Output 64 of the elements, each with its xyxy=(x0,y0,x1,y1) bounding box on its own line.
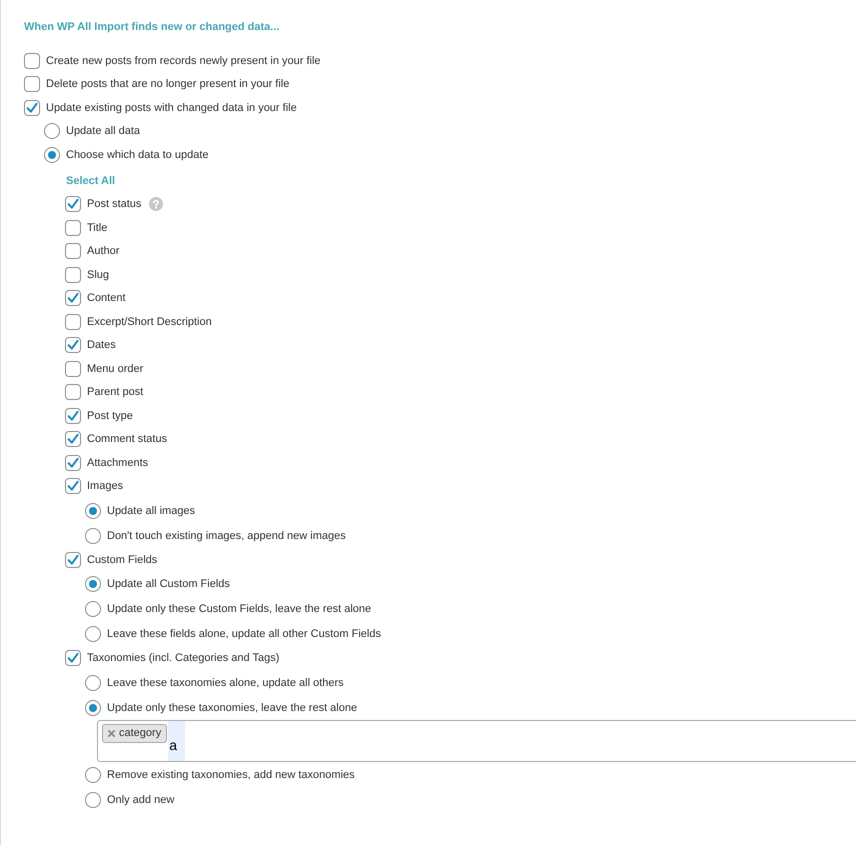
checkbox[interactable] xyxy=(65,431,81,448)
checkbox-label: Update existing posts with changed data in your file xyxy=(46,100,297,115)
radio-button[interactable] xyxy=(44,146,60,163)
radio-label: Choose which data to update xyxy=(66,148,208,162)
checkbox[interactable] xyxy=(24,52,40,69)
checkbox[interactable] xyxy=(65,220,81,236)
checkbox[interactable] xyxy=(65,243,81,260)
checkbox[interactable] xyxy=(65,290,81,306)
search-input[interactable]: a xyxy=(168,721,186,761)
checkbox-label: Post status xyxy=(87,197,142,212)
radio-label: Leave these fields alone, update all other Custom Fields xyxy=(107,627,381,641)
checkbox-label: Comment status xyxy=(87,432,168,446)
checkbox[interactable] xyxy=(65,360,81,377)
radio-button[interactable] xyxy=(85,528,101,544)
radio-label: Update all Custom Fields xyxy=(107,577,230,591)
checkbox-label: Title xyxy=(87,220,108,235)
radio-button[interactable] xyxy=(85,700,101,716)
radio-label: Only add new xyxy=(107,792,174,806)
radio-label: Update all images xyxy=(107,504,196,518)
radio-button[interactable] xyxy=(44,123,60,140)
checkbox[interactable] xyxy=(65,408,81,424)
radio-button[interactable] xyxy=(85,502,101,518)
checkbox-label: Content xyxy=(87,291,126,306)
checkbox-label: Menu order xyxy=(87,362,144,376)
radio-button[interactable] xyxy=(85,766,101,782)
checkbox-label: Images xyxy=(87,479,124,494)
checkbox[interactable] xyxy=(65,552,81,568)
checkbox-label: Slug xyxy=(87,268,110,282)
checkbox[interactable] xyxy=(24,100,40,116)
tag-label: category xyxy=(119,727,162,740)
checkbox[interactable] xyxy=(24,76,40,92)
checkbox[interactable] xyxy=(65,650,81,666)
checkbox-label: Post type xyxy=(87,408,133,423)
checkbox-label: Custom Fields xyxy=(87,552,158,567)
checkbox-label: Create new posts from records newly present in your file xyxy=(46,54,321,68)
checkbox[interactable] xyxy=(65,196,81,212)
checkbox[interactable] xyxy=(65,266,81,283)
checkbox[interactable] xyxy=(65,454,81,471)
checkbox-label: Parent post xyxy=(87,385,144,400)
checkbox[interactable] xyxy=(65,337,81,354)
taxonomy-select-field[interactable]: category a xyxy=(97,720,856,762)
help-icon[interactable] xyxy=(149,197,164,212)
checkbox-label: Dates xyxy=(87,338,116,352)
radio-label: Update all data xyxy=(66,124,140,138)
radio-button[interactable] xyxy=(85,601,101,617)
radio-button[interactable] xyxy=(85,576,101,592)
radio-label: Update only these taxonomies, leave the rest alone xyxy=(107,700,358,714)
checkbox[interactable] xyxy=(65,314,81,330)
checkbox-label: Delete posts that are no longer present in your file xyxy=(46,77,290,92)
checkbox-label: Attachments xyxy=(87,456,148,470)
remove-icon[interactable] xyxy=(108,730,115,737)
radio-label: Remove existing taxonomies, add new taxonomies xyxy=(107,768,355,782)
radio-label: Don't touch existing images, append new images xyxy=(107,528,346,542)
checkbox-label: Excerpt/Short Description xyxy=(87,314,212,329)
checkbox-label: Author xyxy=(87,244,120,258)
radio-button[interactable] xyxy=(85,626,101,642)
radio-label: Leave these taxonomies alone, update all others xyxy=(107,676,344,690)
checkbox[interactable] xyxy=(65,384,81,400)
checkbox[interactable] xyxy=(65,478,81,494)
section-heading: When WP All Import finds new or changed data... xyxy=(24,20,280,34)
radio-button[interactable] xyxy=(85,674,101,690)
radio-label: Update only these Custom Fields, leave the rest alone xyxy=(107,602,372,616)
checkbox-label: Taxonomies (incl. Categories and Tags) xyxy=(87,651,280,666)
radio-button[interactable] xyxy=(85,792,101,808)
